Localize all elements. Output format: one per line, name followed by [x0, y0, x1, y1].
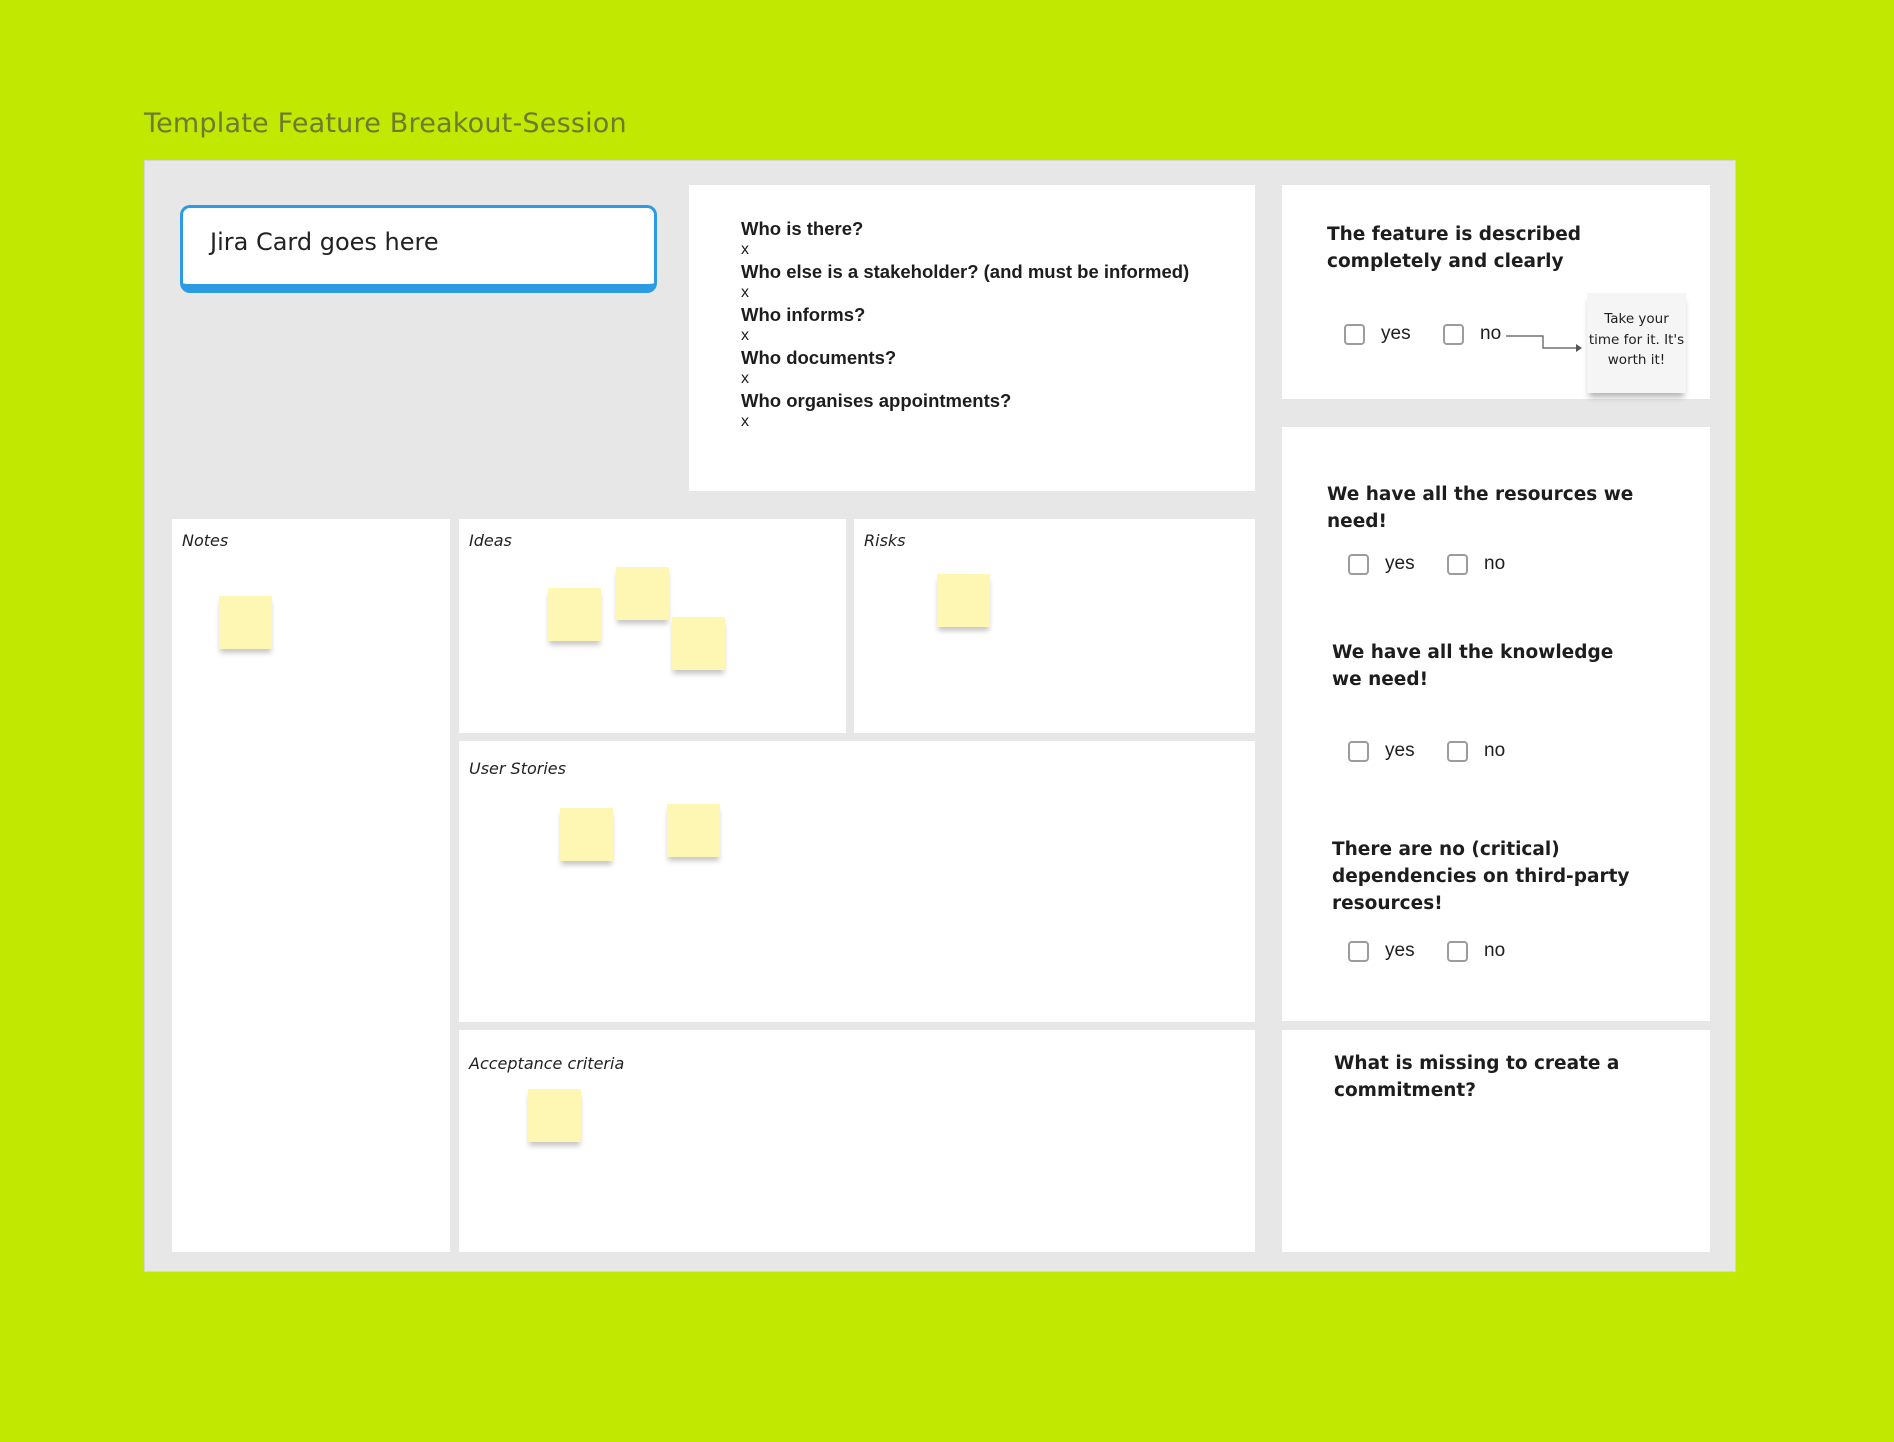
- sticky-note[interactable]: [528, 1089, 581, 1142]
- ideas-panel: Ideas: [459, 519, 846, 733]
- yes-label: yes: [1385, 553, 1415, 574]
- sticky-note[interactable]: [560, 808, 613, 861]
- sticky-note[interactable]: [937, 574, 990, 627]
- dependencies-title: There are no (critical) dependencies on …: [1332, 839, 1630, 914]
- missing-commitment-title: What is missing to create a commitment?: [1334, 1053, 1620, 1101]
- sticky-note[interactable]: [672, 617, 725, 670]
- sticky-note[interactable]: [616, 567, 669, 620]
- yes-label: yes: [1385, 740, 1415, 761]
- no-option[interactable]: no: [1447, 740, 1505, 762]
- no-label: no: [1484, 940, 1506, 961]
- notes-label: Notes: [182, 531, 229, 550]
- sticky-note[interactable]: [667, 804, 720, 857]
- checks-panel: We have all the resources we need! yes n…: [1282, 427, 1710, 1021]
- no-label: no: [1484, 740, 1506, 761]
- resources-title: We have all the resources we need!: [1327, 484, 1634, 532]
- no-option[interactable]: no: [1447, 940, 1505, 962]
- yes-option[interactable]: yes: [1348, 553, 1415, 575]
- yes-label: yes: [1385, 940, 1415, 961]
- user-stories-panel: User Stories: [459, 741, 1255, 1022]
- no-checkbox[interactable]: [1447, 740, 1468, 762]
- risks-label: Risks: [864, 531, 906, 550]
- no-checkbox[interactable]: [1447, 940, 1468, 962]
- ideas-label: Ideas: [469, 531, 512, 550]
- acceptance-criteria-panel: Acceptance criteria: [459, 1030, 1255, 1252]
- yes-option[interactable]: yes: [1348, 740, 1415, 762]
- knowledge-title: We have all the knowledge we need!: [1332, 642, 1614, 690]
- board: Jira Card goes here Who is there? x Who …: [144, 160, 1736, 1272]
- yes-checkbox[interactable]: [1348, 553, 1369, 575]
- tip-note[interactable]: Take your time for it. It's worth it!: [1587, 293, 1686, 393]
- no-checkbox[interactable]: [1447, 553, 1468, 575]
- yes-option[interactable]: yes: [1348, 940, 1415, 962]
- board-title: Template Feature Breakout-Session: [144, 108, 627, 139]
- yes-checkbox[interactable]: [1348, 940, 1369, 962]
- yes-checkbox[interactable]: [1348, 740, 1369, 762]
- notes-panel: Notes: [172, 519, 450, 1252]
- sticky-note[interactable]: [219, 596, 272, 649]
- sticky-note[interactable]: [548, 588, 601, 641]
- risks-panel: Risks: [854, 519, 1255, 733]
- no-label: no: [1484, 553, 1506, 574]
- acceptance-criteria-label: Acceptance criteria: [469, 1054, 625, 1073]
- missing-commitment-panel: What is missing to create a commitment?: [1282, 1030, 1710, 1252]
- user-stories-label: User Stories: [469, 759, 566, 778]
- no-option[interactable]: no: [1447, 553, 1505, 575]
